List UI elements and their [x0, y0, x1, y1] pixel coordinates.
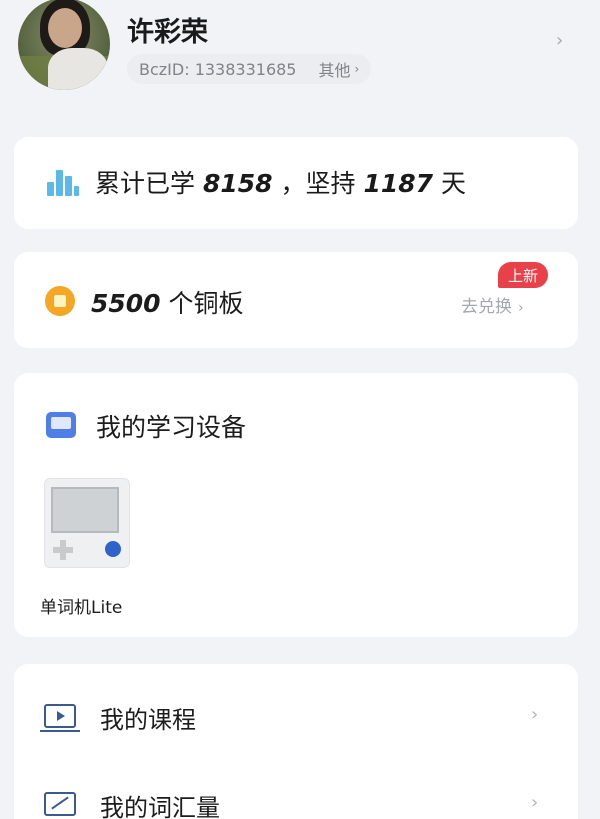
coin-balance: 5500 个铜板 [91, 289, 244, 318]
course-icon [40, 704, 80, 732]
chevron-right-icon: › [531, 792, 539, 813]
vocabulary-icon [44, 792, 76, 816]
other-link[interactable]: 其他 [318, 57, 350, 81]
new-badge: 上新 [498, 262, 549, 288]
menu-card: 我的课程 › 我的词汇量 › [14, 664, 578, 819]
menu-item-label: 我的词汇量 [100, 794, 220, 819]
study-stats-text: 累计已学 8158 ，坚持 1187 天 [95, 169, 467, 198]
chevron-right-icon: › [531, 704, 539, 725]
user-id: BczID: 1338331685 [139, 59, 297, 79]
menu-item-my-vocabulary[interactable]: 我的词汇量 › [14, 760, 578, 819]
chevron-right-icon: › [354, 62, 360, 76]
user-name: 许彩荣 [127, 17, 208, 48]
avatar[interactable] [18, 0, 110, 90]
menu-item-my-courses[interactable]: 我的课程 › [14, 672, 578, 758]
study-stats-card: 累计已学 8158 ，坚持 1187 天 [14, 137, 578, 229]
coin-icon [45, 286, 75, 316]
days-persisted-count: 1187 [363, 169, 434, 198]
chevron-right-icon[interactable]: › [556, 30, 563, 51]
device-thumbnail[interactable] [44, 478, 130, 568]
device-label[interactable]: 单词机Lite [40, 593, 122, 618]
device-icon [46, 412, 76, 438]
devices-title: 我的学习设备 [96, 413, 247, 442]
chevron-right-icon: › [518, 300, 524, 316]
words-learned-count: 8158 [202, 169, 273, 198]
user-id-chip[interactable]: BczID: 1338331685 其他 › [127, 54, 372, 84]
coins-card[interactable]: 5500 个铜板 上新 去兑换 › [14, 252, 578, 348]
profile-header[interactable]: 许彩荣 BczID: 1338331685 其他 › › [0, 0, 600, 120]
menu-item-label: 我的课程 [100, 706, 196, 734]
learning-devices-card: 我的学习设备 单词机Lite [14, 373, 578, 637]
bar-chart-icon [47, 168, 79, 196]
exchange-link[interactable]: 去兑换 › [461, 292, 524, 317]
